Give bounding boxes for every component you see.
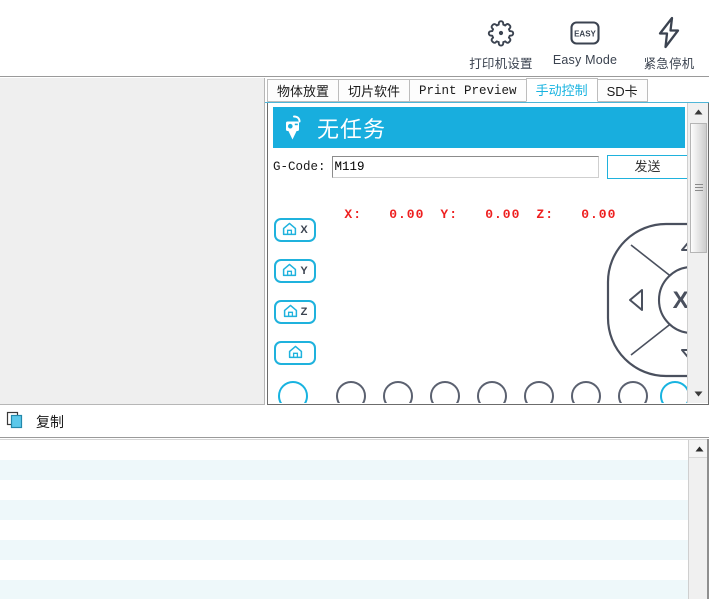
emergency-stop-button[interactable]: 紧急停机 <box>635 16 703 72</box>
home-x-button[interactable]: X <box>274 218 316 242</box>
home-x-axis-label: X <box>300 224 308 236</box>
home-all-button[interactable] <box>274 341 316 365</box>
tab-manual-control[interactable]: 手动控制 <box>525 78 598 102</box>
gcode-row: G-Code: 发送 <box>273 155 687 179</box>
manual-control-panel: 无任务 G-Code: 发送 X: 0.00 Y: 0.00 Z: 0.00 <box>267 103 709 405</box>
round-button[interactable] <box>524 381 554 403</box>
list-row[interactable] <box>0 540 709 560</box>
emergency-stop-label: 紧急停机 <box>643 57 695 71</box>
gear-icon <box>485 16 517 50</box>
round-button[interactable] <box>336 381 366 403</box>
gcode-input[interactable] <box>331 156 599 178</box>
scrollbar-grip-icon <box>695 184 703 192</box>
round-button[interactable] <box>618 381 648 403</box>
list-row[interactable] <box>0 480 709 500</box>
coord-x-value: 0.00 <box>389 207 425 222</box>
house-icon <box>283 304 298 321</box>
tab-bar: 物体放置 切片软件 Print Preview 手动控制 SD卡 <box>265 78 709 103</box>
log-list-scrollbar[interactable] <box>688 440 709 599</box>
coord-z-label: Z: <box>536 207 555 222</box>
scroll-up-icon[interactable] <box>689 440 709 458</box>
list-row[interactable] <box>0 500 709 520</box>
emergency-stop-icon <box>654 16 684 50</box>
list-row[interactable] <box>0 580 709 599</box>
coord-y-value: 0.00 <box>485 207 521 222</box>
task-status-title: 无任务 <box>317 116 387 142</box>
copy-toolbar: 复制 <box>0 406 709 438</box>
copy-label: 复制 <box>36 413 64 430</box>
easy-mode-icon: EASY <box>567 16 603 50</box>
coord-z-value: 0.00 <box>581 207 617 222</box>
house-icon <box>288 345 303 362</box>
home-y-button[interactable]: Y <box>274 259 316 283</box>
task-status-banner: 无任务 <box>273 107 685 148</box>
tab-slicer[interactable]: 切片软件 <box>338 79 411 102</box>
tab-object-placement[interactable]: 物体放置 <box>267 79 340 102</box>
xy-pad-center-label: X/Y <box>673 287 687 314</box>
log-list-panel[interactable] <box>0 439 709 599</box>
round-button[interactable] <box>477 381 507 403</box>
home-y-axis-label: Y <box>300 265 308 277</box>
secondary-control-row <box>268 381 687 403</box>
round-button[interactable] <box>430 381 460 403</box>
list-row[interactable] <box>0 560 709 580</box>
right-panel: 物体放置 切片软件 Print Preview 手动控制 SD卡 无任务 G-C… <box>265 78 709 405</box>
round-button[interactable] <box>571 381 601 403</box>
tab-sd-card[interactable]: SD卡 <box>596 79 648 102</box>
printer-settings-label: 打印机设置 <box>469 57 533 71</box>
manual-control-scrollbar[interactable] <box>687 103 708 403</box>
house-icon <box>282 263 297 280</box>
top-toolbar: 打印机设置 EASY Easy Mode 紧急停机 <box>0 0 709 77</box>
house-icon <box>282 222 297 239</box>
list-row[interactable] <box>0 520 709 540</box>
printer-settings-button[interactable]: 打印机设置 <box>467 16 535 72</box>
list-row[interactable] <box>0 460 709 480</box>
copy-button[interactable]: 复制 <box>2 409 68 434</box>
copy-icon <box>6 411 24 432</box>
scroll-up-icon[interactable] <box>688 103 708 121</box>
scroll-down-icon[interactable] <box>688 385 708 403</box>
model-view-panel[interactable] <box>0 78 265 405</box>
easy-mode-label: Easy Mode <box>552 53 618 67</box>
toolbar-action-group: 打印机设置 EASY Easy Mode 紧急停机 <box>467 16 703 72</box>
home-z-button[interactable]: Z <box>274 300 316 324</box>
easy-mode-button[interactable]: EASY Easy Mode <box>551 16 619 67</box>
home-z-axis-label: Z <box>300 306 308 318</box>
gcode-label: G-Code: <box>273 160 326 174</box>
printer-nozzle-icon <box>281 113 305 143</box>
manual-control-content: 无任务 G-Code: 发送 X: 0.00 Y: 0.00 Z: 0.00 <box>268 103 687 403</box>
xy-jog-pad[interactable]: X/Y <box>605 221 687 379</box>
scrollbar-thumb[interactable] <box>690 123 707 253</box>
list-row[interactable] <box>0 440 709 460</box>
coordinate-readout: X: 0.00 Y: 0.00 Z: 0.00 <box>274 192 616 237</box>
send-gcode-button[interactable]: 发送 <box>606 155 687 179</box>
coord-y-label: Y: <box>440 207 459 222</box>
round-button[interactable] <box>660 381 687 403</box>
svg-text:EASY: EASY <box>574 30 596 39</box>
round-button[interactable] <box>383 381 413 403</box>
round-button[interactable] <box>278 381 308 403</box>
home-button-column: X Y Z <box>274 218 316 382</box>
coord-x-label: X: <box>344 207 363 222</box>
tab-print-preview[interactable]: Print Preview <box>409 79 527 102</box>
